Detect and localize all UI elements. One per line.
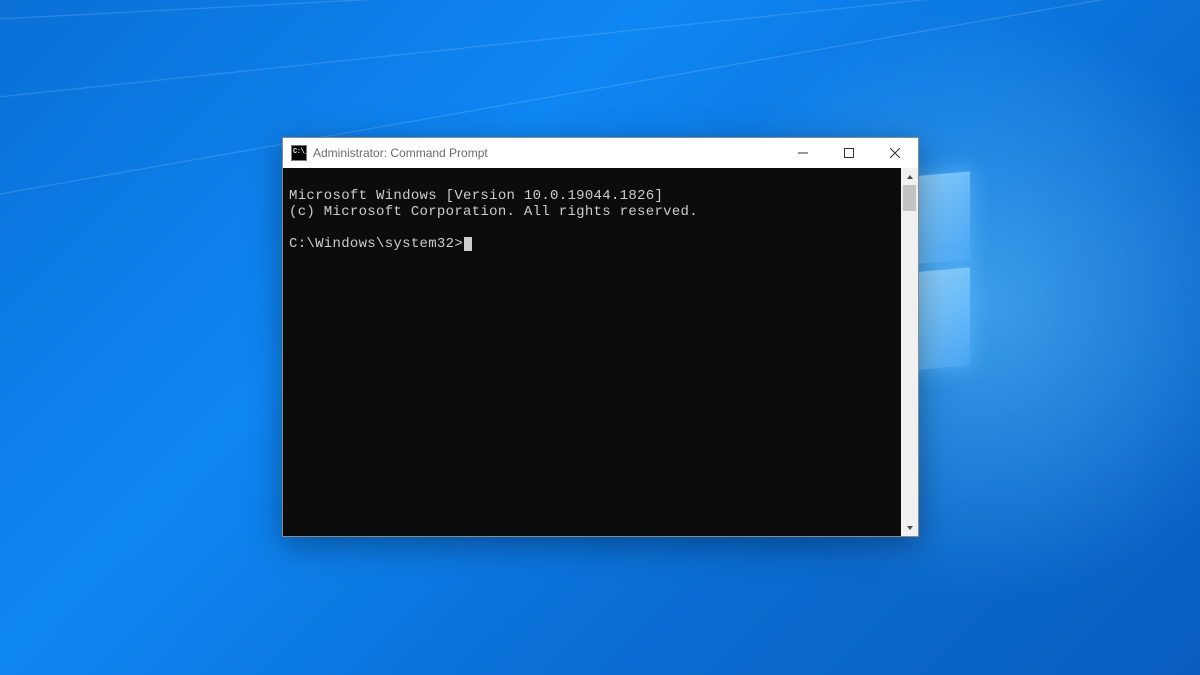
window-titlebar[interactable]: Administrator: Command Prompt	[283, 138, 918, 168]
terminal-line: (c) Microsoft Corporation. All rights re…	[289, 204, 698, 220]
terminal-prompt: C:\Windows\system32>	[289, 236, 463, 252]
scroll-down-arrow-icon[interactable]	[901, 519, 918, 536]
close-button[interactable]	[872, 138, 918, 168]
maximize-button[interactable]	[826, 138, 872, 168]
desktop-background: Administrator: Command Prompt Microsoft …	[0, 0, 1200, 675]
scrollbar-track[interactable]	[901, 185, 918, 519]
command-prompt-window[interactable]: Administrator: Command Prompt Microsoft …	[282, 137, 919, 537]
terminal-cursor	[464, 237, 472, 251]
vertical-scrollbar[interactable]	[901, 168, 918, 536]
scroll-up-arrow-icon[interactable]	[901, 168, 918, 185]
terminal-output[interactable]: Microsoft Windows [Version 10.0.19044.18…	[283, 168, 901, 536]
terminal-line: Microsoft Windows [Version 10.0.19044.18…	[289, 188, 663, 204]
cmd-icon	[291, 145, 307, 161]
scrollbar-thumb[interactable]	[903, 185, 916, 211]
window-title: Administrator: Command Prompt	[313, 146, 488, 160]
minimize-button[interactable]	[780, 138, 826, 168]
